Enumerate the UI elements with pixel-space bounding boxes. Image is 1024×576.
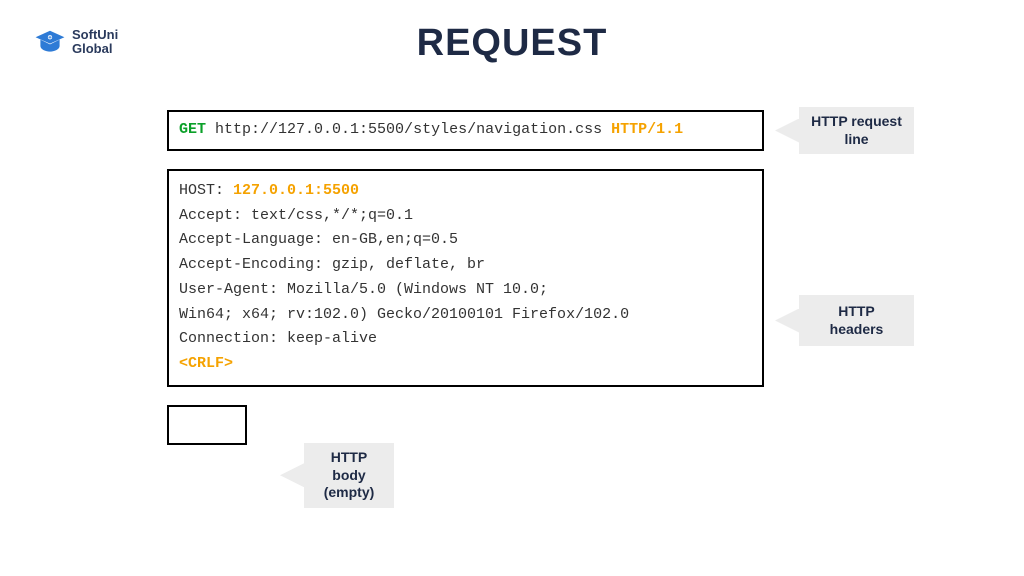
- http-version: HTTP/1.1: [611, 121, 683, 138]
- callout-request-line: HTTP request line: [775, 107, 914, 154]
- http-url: http://127.0.0.1:5500/styles/navigation.…: [215, 121, 602, 138]
- header-line: Accept-Encoding: gzip, deflate, br: [179, 253, 752, 278]
- callout-label-headers: HTTP headers: [799, 295, 914, 346]
- arrow-left-icon: [775, 309, 799, 333]
- header-line: Accept-Language: en-GB,en;q=0.5: [179, 228, 752, 253]
- arrow-left-icon: [280, 463, 304, 487]
- callout-label-request-line: HTTP request line: [799, 107, 914, 154]
- callout-headers: HTTP headers: [775, 295, 914, 346]
- host-label: HOST:: [179, 182, 224, 199]
- header-line: Accept: text/css,*/*;q=0.1: [179, 204, 752, 229]
- callout-body: HTTP body (empty): [280, 443, 394, 508]
- body-box: [167, 405, 247, 445]
- header-line: User-Agent: Mozilla/5.0 (Windows NT 10.0…: [179, 278, 752, 303]
- header-line: Win64; x64; rv:102.0) Gecko/20100101 Fir…: [179, 303, 752, 328]
- header-line: Connection: keep-alive: [179, 327, 752, 352]
- page-title: REQUEST: [0, 22, 1024, 65]
- arrow-left-icon: [775, 119, 799, 143]
- host-value: 127.0.0.1:5500: [233, 182, 359, 199]
- header-host-line: HOST: 127.0.0.1:5500: [179, 179, 752, 204]
- http-method: GET: [179, 121, 206, 138]
- callout-label-body: HTTP body (empty): [304, 443, 394, 508]
- request-line-box: GET http://127.0.0.1:5500/styles/navigat…: [167, 110, 764, 151]
- headers-box: HOST: 127.0.0.1:5500 Accept: text/css,*/…: [167, 169, 764, 387]
- crlf-marker: <CRLF>: [179, 352, 752, 377]
